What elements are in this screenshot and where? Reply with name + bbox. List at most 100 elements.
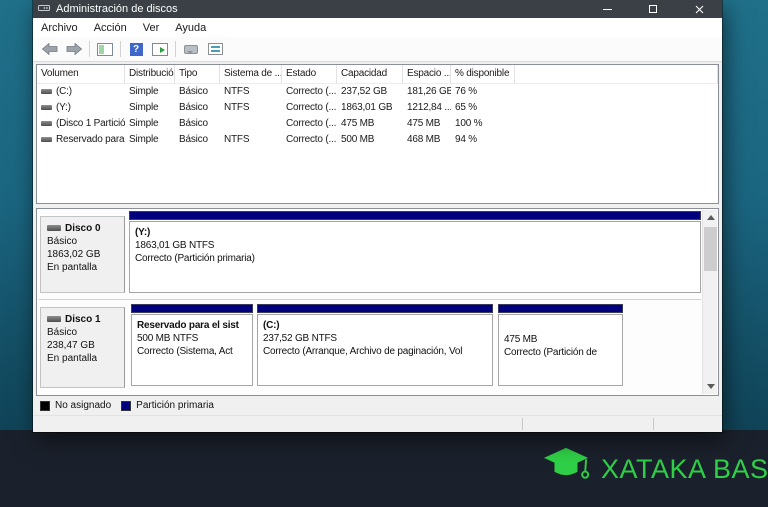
disk-name: Disco 0 <box>65 223 101 234</box>
close-button[interactable] <box>676 0 722 18</box>
minimize-button[interactable] <box>584 0 630 18</box>
volume-icon <box>41 105 52 110</box>
properties-icon <box>208 43 223 55</box>
header-disponible[interactable]: % disponible <box>451 65 515 84</box>
cell-volumen: (Disco 1 Partición 3) <box>56 118 125 129</box>
cell-capacidad: 237,52 GB <box>337 84 403 100</box>
statusbar-separator <box>522 418 523 430</box>
menu-item-ver[interactable]: Ver <box>135 18 168 37</box>
scroll-down-button[interactable] <box>703 379 718 394</box>
help-icon: ? <box>130 43 143 56</box>
cell-sistema: NTFS <box>220 132 282 148</box>
help-button[interactable]: ? <box>124 39 148 60</box>
cell-espacio: 1212,84 ... <box>403 100 451 116</box>
toolbar-separator <box>89 41 90 57</box>
disk-row-divider <box>39 299 701 300</box>
watermark-text: XATAKA BAS <box>601 454 768 485</box>
partition-recovery[interactable]: 475 MB Correcto (Partición de <box>498 304 623 386</box>
header-filler <box>515 65 718 84</box>
cell-volumen: Reservado para el ... <box>56 134 125 145</box>
back-button[interactable] <box>38 39 62 60</box>
partition-y[interactable]: (Y:) 1863,01 GB NTFS Correcto (Partición… <box>129 211 701 293</box>
maximize-icon <box>649 5 657 13</box>
scroll-up-button[interactable] <box>703 210 718 225</box>
graphical-view-pane: Disco 0 Básico 1863,02 GB En pantalla (Y… <box>36 208 719 396</box>
forward-button[interactable] <box>62 39 86 60</box>
primary-partition-band <box>129 211 701 220</box>
cell-estado: Correcto (... <box>282 116 337 132</box>
cell-disponible: 76 % <box>451 84 515 100</box>
header-estado[interactable]: Estado <box>282 65 337 84</box>
menu-item-archivo[interactable]: Archivo <box>33 18 86 37</box>
popup-icon <box>184 45 198 54</box>
minimize-icon <box>603 9 612 10</box>
header-tipo[interactable]: Tipo <box>175 65 220 84</box>
header-espacio[interactable]: Espacio ... <box>403 65 451 84</box>
partition-size: 1863,01 GB NTFS <box>135 239 695 252</box>
chevron-down-icon <box>707 384 715 389</box>
cell-distribucion: Simple <box>125 132 175 148</box>
cell-sistema: NTFS <box>220 84 282 100</box>
partition-size: 475 MB <box>504 333 617 346</box>
cell-sistema <box>220 116 282 132</box>
cell-capacidad: 475 MB <box>337 116 403 132</box>
properties-button[interactable] <box>203 39 227 60</box>
volume-row-y[interactable]: (Y:) Simple Básico NTFS Correcto (... 18… <box>37 100 718 116</box>
console-tree-button[interactable] <box>93 39 117 60</box>
maximize-button[interactable] <box>630 0 676 18</box>
partition-reservado[interactable]: Reservado para el sist 500 MB NTFS Corre… <box>131 304 253 386</box>
cell-distribucion: Simple <box>125 116 175 132</box>
watermark: XATAKA BAS <box>543 446 768 493</box>
close-icon <box>695 5 704 14</box>
volume-list-pane: Volumen Distribución Tipo Sistema de ...… <box>36 64 719 204</box>
partition-size: 237,52 GB NTFS <box>263 332 487 345</box>
cell-distribucion: Simple <box>125 100 175 116</box>
volume-list-header: Volumen Distribución Tipo Sistema de ...… <box>37 65 718 84</box>
header-volumen[interactable]: Volumen <box>37 65 125 84</box>
cell-tipo: Básico <box>175 116 220 132</box>
console-content: Volumen Distribución Tipo Sistema de ...… <box>33 62 722 415</box>
disk-management-window: Administración de discos Archivo Acción … <box>33 0 722 432</box>
back-arrow-icon <box>42 43 58 55</box>
menu-item-ayuda[interactable]: Ayuda <box>167 18 214 37</box>
volume-row-c[interactable]: (C:) Simple Básico NTFS Correcto (... 23… <box>37 84 718 100</box>
status-bar <box>33 415 722 432</box>
cell-tipo: Básico <box>175 132 220 148</box>
menu-item-accion[interactable]: Acción <box>86 18 135 37</box>
volume-icon <box>41 121 52 126</box>
partition-status: Correcto (Sistema, Act <box>137 345 247 358</box>
header-capacidad[interactable]: Capacidad <box>337 65 403 84</box>
cell-distribucion: Simple <box>125 84 175 100</box>
disk-type: Básico <box>47 235 124 248</box>
disk-size: 1863,02 GB <box>47 248 124 261</box>
toolbar: ? <box>33 37 722 62</box>
primary-partition-band <box>131 304 253 313</box>
volume-icon <box>41 89 52 94</box>
header-sistema[interactable]: Sistema de ... <box>220 65 282 84</box>
disk-name: Disco 1 <box>65 314 101 325</box>
toolbar-separator <box>120 41 121 57</box>
title-bar: Administración de discos <box>33 0 722 18</box>
cell-espacio: 475 MB <box>403 116 451 132</box>
partition-c[interactable]: (C:) 237,52 GB NTFS Correcto (Arranque, … <box>257 304 493 386</box>
volume-row-disco1-particion3[interactable]: (Disco 1 Partición 3) Simple Básico Corr… <box>37 116 718 132</box>
primary-partition-band <box>498 304 623 313</box>
partition-size: 500 MB NTFS <box>137 332 247 345</box>
disk-label-disco0[interactable]: Disco 0 Básico 1863,02 GB En pantalla <box>40 216 125 293</box>
disk-status: En pantalla <box>47 352 124 365</box>
cell-estado: Correcto (... <box>282 84 337 100</box>
cell-espacio: 181,26 GB <box>403 84 451 100</box>
popup-button[interactable] <box>179 39 203 60</box>
action-pane-button[interactable] <box>148 39 172 60</box>
cell-volumen: (C:) <box>56 86 72 97</box>
cell-sistema: NTFS <box>220 100 282 116</box>
header-distribucion[interactable]: Distribución <box>125 65 175 84</box>
console-tree-icon <box>97 43 113 56</box>
legend-bar: No asignado Partición primaria <box>36 396 719 415</box>
disk-row-disco0: Disco 0 Básico 1863,02 GB En pantalla (Y… <box>37 211 701 297</box>
cell-tipo: Básico <box>175 84 220 100</box>
disk-label-disco1[interactable]: Disco 1 Básico 238,47 GB En pantalla <box>40 307 125 388</box>
legend-item-no-asignado: No asignado <box>40 400 111 411</box>
scrollbar-thumb[interactable] <box>704 227 717 271</box>
volume-row-reservado[interactable]: Reservado para el ... Simple Básico NTFS… <box>37 132 718 148</box>
